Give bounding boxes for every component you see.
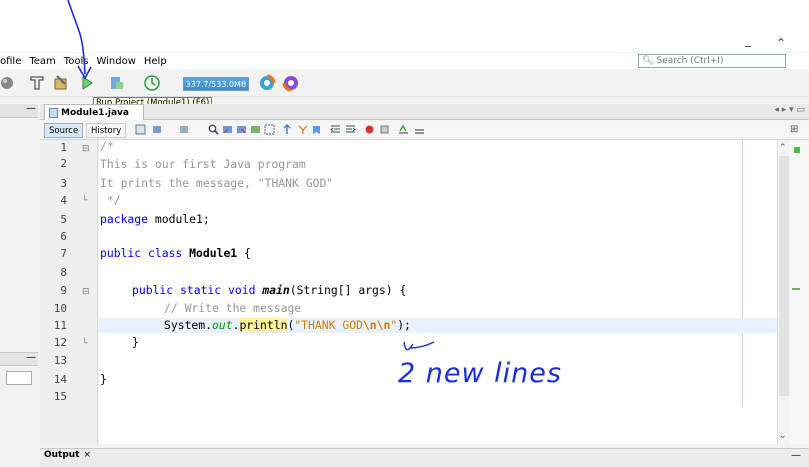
annotation-layer bbox=[67, 0, 435, 351]
pen-arrow-stroke bbox=[67, 0, 86, 75]
handwritten-note: 2 new lines bbox=[398, 358, 562, 389]
pen-brace bbox=[403, 341, 435, 351]
